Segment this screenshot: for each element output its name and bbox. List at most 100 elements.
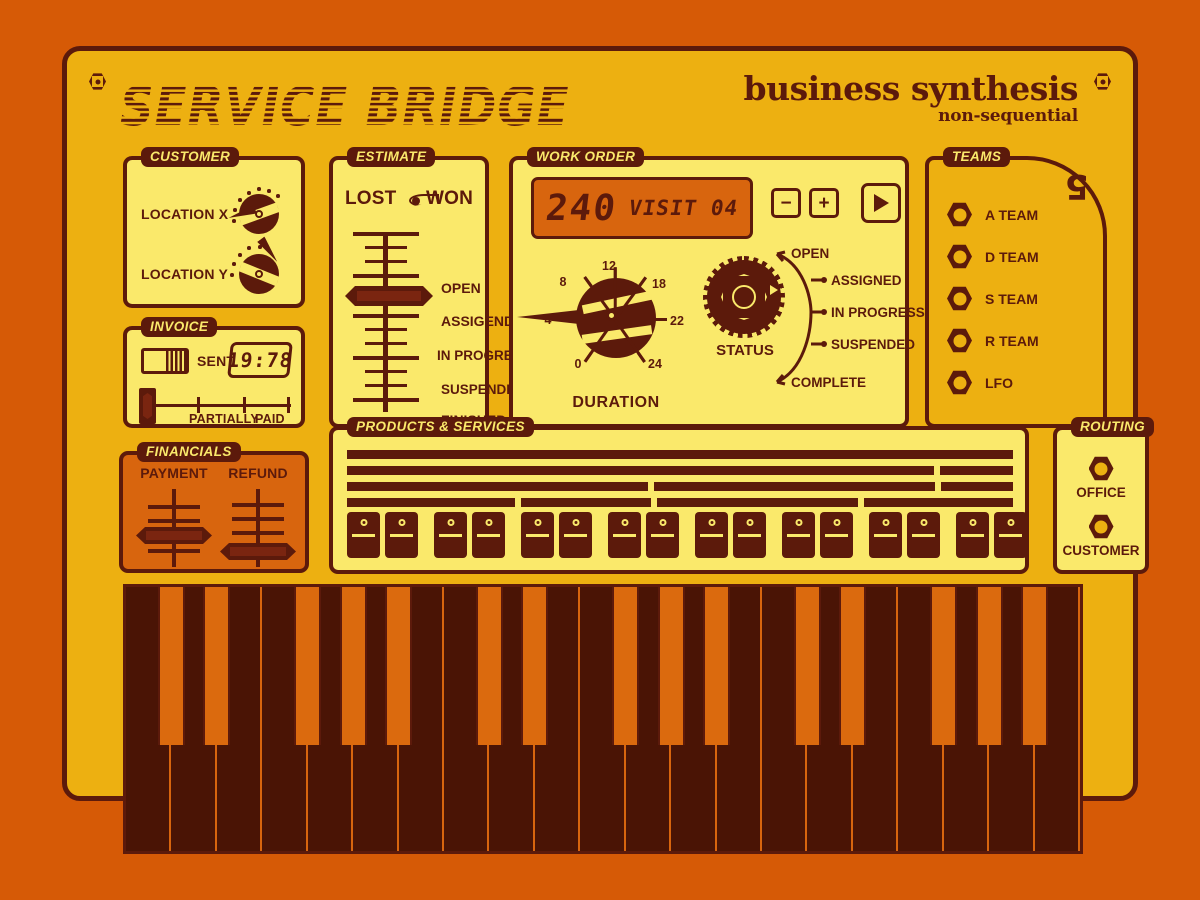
product-bar-row-4 — [347, 498, 1013, 507]
decrement-button[interactable]: − — [771, 188, 801, 218]
product-switch[interactable] — [472, 512, 505, 558]
product-switch[interactable] — [695, 512, 728, 558]
product-switch[interactable] — [385, 512, 418, 558]
brand-logo-five: 5 — [1065, 166, 1089, 206]
status-knob[interactable] — [703, 256, 785, 338]
team-row-s[interactable]: S TEAM — [947, 286, 1038, 311]
bar-segment — [863, 498, 1013, 507]
keyboard-black-key[interactable] — [702, 587, 731, 745]
team-row-lfo[interactable]: LFO — [947, 370, 1013, 395]
hex-nut-icon[interactable] — [1088, 456, 1114, 481]
panel-products-services: PRODUCTS & SERVICES — [329, 417, 1029, 574]
keyboard[interactable] — [123, 584, 1083, 854]
bar-segment — [347, 498, 516, 507]
duration-control[interactable]: 0 4 8 12 18 22 24 DURATION — [517, 259, 691, 411]
status-option-suspended[interactable]: SUSPENDED — [831, 337, 915, 352]
product-switch[interactable] — [907, 512, 940, 558]
status-caption: STATUS — [716, 342, 774, 359]
page-title: SERVICE BRIDGE — [120, 76, 570, 139]
customer-label-location-x: LOCATION X — [141, 206, 229, 222]
team-label-s: S TEAM — [985, 290, 1038, 307]
bar-segment — [940, 466, 1013, 475]
financials-fader-payment[interactable]: PAYMENT — [131, 465, 217, 567]
panel-customer: CUSTOMER LOCATION X LOCATION Y — [123, 147, 305, 308]
keyboard-black-key[interactable] — [612, 587, 640, 745]
keyboard-black-key[interactable] — [657, 587, 685, 745]
product-switch[interactable] — [521, 512, 554, 558]
product-switch[interactable] — [559, 512, 592, 558]
financials-label-refund: REFUND — [228, 465, 288, 481]
product-switch[interactable] — [347, 512, 380, 558]
product-switch[interactable] — [820, 512, 853, 558]
duration-tick-24: 24 — [648, 357, 662, 371]
brand-subtitle-main: business synthesis — [743, 69, 1079, 108]
keyboard-black-key[interactable] — [521, 587, 549, 745]
financials-label-payment: PAYMENT — [140, 465, 208, 481]
financials-fader-refund[interactable]: REFUND — [215, 465, 301, 567]
status-option-assigned[interactable]: ASSIGNED — [831, 273, 902, 288]
invoice-sent-toggle[interactable] — [141, 348, 189, 374]
rotary-knob-icon[interactable] — [233, 187, 285, 240]
keyboard-black-key[interactable] — [384, 587, 413, 745]
keyboard-black-key[interactable] — [203, 587, 231, 745]
team-label-lfo: LFO — [985, 374, 1013, 391]
status-option-in-progress[interactable]: IN PROGRESS — [831, 305, 925, 320]
hex-nut-icon[interactable] — [947, 328, 972, 353]
estimate-step-assigend[interactable]: ASSIGEND — [441, 313, 514, 329]
invoice-slider-handle[interactable] — [139, 388, 156, 424]
duration-tick-12: 12 — [602, 259, 616, 273]
product-switch[interactable] — [956, 512, 989, 558]
product-switch[interactable] — [434, 512, 467, 558]
product-switch[interactable] — [782, 512, 815, 558]
bar-segment — [347, 482, 648, 491]
product-switch[interactable] — [608, 512, 641, 558]
brand-subtitle-small: non-sequential — [938, 106, 1078, 126]
estimate-step-open[interactable]: OPEN — [441, 280, 481, 296]
routing-option-customer[interactable]: CUSTOMER — [1057, 514, 1145, 558]
product-switch[interactable] — [994, 512, 1027, 558]
keyboard-black-key[interactable] — [793, 587, 822, 745]
hex-nut-icon[interactable] — [947, 202, 972, 227]
customer-label-location-y: LOCATION Y — [141, 266, 229, 282]
team-row-a[interactable]: A TEAM — [947, 202, 1038, 227]
refund-fader[interactable] — [218, 489, 298, 567]
status-option-open[interactable]: OPEN — [791, 246, 829, 261]
play-icon — [873, 194, 889, 212]
estimate-fader-handle[interactable] — [345, 286, 433, 306]
customer-row-location-x[interactable]: LOCATION X — [141, 187, 285, 240]
product-switch[interactable] — [869, 512, 902, 558]
rotary-knob-icon[interactable] — [230, 248, 285, 300]
panel-invoice-label: INVOICE — [141, 317, 218, 337]
panel-teams: TEAMS 5 A TEAM D TEAM S TEAM R TEAM LFO — [925, 147, 1107, 428]
keyboard-black-key[interactable] — [1020, 587, 1049, 745]
routing-option-office[interactable]: OFFICE — [1057, 456, 1145, 500]
product-switch[interactable] — [646, 512, 679, 558]
play-button[interactable] — [861, 183, 901, 223]
keyboard-black-key[interactable] — [475, 587, 504, 745]
hex-nut-icon[interactable] — [947, 286, 972, 311]
duration-caption: DURATION — [572, 394, 660, 411]
estimate-fader[interactable] — [345, 232, 433, 412]
bar-segment — [941, 482, 1013, 491]
hex-nut-icon[interactable] — [947, 244, 972, 269]
invoice-slider-track[interactable] — [139, 397, 291, 413]
hex-nut-icon[interactable] — [1088, 514, 1114, 539]
keyboard-black-key[interactable] — [839, 587, 867, 745]
keyboard-black-key[interactable] — [930, 587, 958, 745]
payment-fader[interactable] — [134, 489, 214, 567]
keyboard-black-key[interactable] — [339, 587, 367, 745]
panel-invoice: INVOICE SENT 19:78 PARTIALLY PAID — [123, 317, 305, 428]
status-option-complete[interactable]: COMPLETE — [791, 375, 866, 390]
increment-button[interactable]: + — [809, 188, 839, 218]
keyboard-black-key[interactable] — [157, 587, 186, 745]
team-row-d[interactable]: D TEAM — [947, 244, 1039, 269]
hex-nut-icon[interactable] — [947, 370, 972, 395]
status-control[interactable]: STATUS OPEN ASSIGNED IN PROGRESS SUSPEND… — [699, 242, 925, 408]
product-switch[interactable] — [733, 512, 766, 558]
eye-icon — [409, 194, 439, 207]
team-row-r[interactable]: R TEAM — [947, 328, 1039, 353]
panel-estimate-label: ESTIMATE — [347, 147, 436, 167]
keyboard-black-key[interactable] — [294, 587, 322, 745]
customer-row-location-y[interactable]: LOCATION Y — [141, 248, 285, 300]
keyboard-black-key[interactable] — [975, 587, 1003, 745]
